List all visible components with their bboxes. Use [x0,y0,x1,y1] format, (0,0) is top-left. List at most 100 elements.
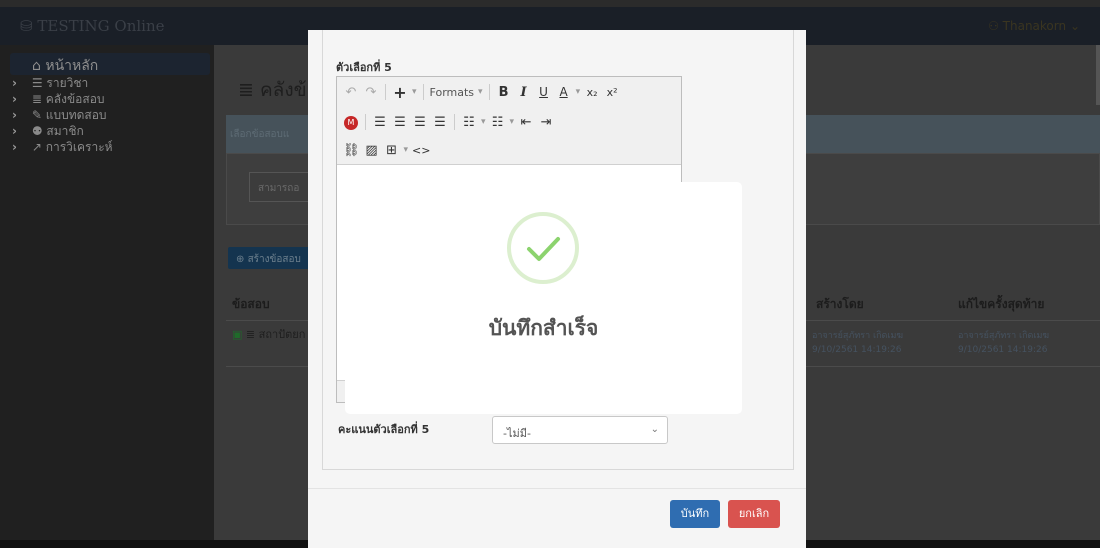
updated-at: 9/10/2561 14:19:26 [958,345,1048,355]
edit-icon: ✎ [31,108,42,122]
column-header-created-by[interactable]: สร้างโดย [816,295,864,314]
italic-icon[interactable]: I [516,85,532,100]
choice-label: ตัวเลือกที่ 5 [336,61,392,74]
column-header-updated[interactable]: แก้ไขครั้งสุดท้าย [958,295,1044,314]
superscript-icon[interactable]: x² [604,86,620,99]
chevron-right-icon: › [12,76,17,90]
editor-toolbar: ↶ ↷ + ▾ Formats ▾ B I U A ▾ x₂ x² M ☰ ☰ … [337,77,681,165]
sidebar-item-label: สมาชิก [46,124,84,138]
align-center-icon[interactable]: ☰ [392,115,408,130]
sidebar-item-courses[interactable]: › ☰ รายวิชา [10,75,210,91]
sidebar-item-members[interactable]: › ⚉ สมาชิก [10,123,210,139]
users-icon: ⚉ [31,124,43,138]
success-message: บันทึกสำเร็จ [488,316,599,340]
sidebar-item-analysis[interactable]: › ↗ การวิเคราะห์ [10,139,210,155]
database-icon: ≣ [31,92,42,106]
toolbar-separator [365,114,366,130]
cancel-button[interactable]: ยกเลิก [728,500,780,528]
updated-by-name: อาจารย์สุภัทรา เกิดเมฆ [958,331,1050,341]
database-icon: ≣ [245,328,256,341]
chevron-down-icon: ⌄ [1069,19,1080,33]
score-selected-value: -ไม่มี- [503,427,531,440]
user-name: Thanakorn [1002,19,1067,33]
toolbar-separator [488,84,490,100]
toolbar-row-2: M ☰ ☰ ☰ ☰ ☷ ▾ ☷ ▾ ⇤ ⇥ [343,111,554,133]
user-icon: ⚇ [988,19,999,33]
bullet-list-icon[interactable]: ☷ [461,115,477,130]
sidebar: ⌂ หน้าหลัก › ☰ รายวิชา › ≣ คลังข้อสอบ › … [0,45,214,540]
align-left-icon[interactable]: ☰ [372,115,388,130]
user-menu[interactable]: ⚇ Thanakorn ⌄ [988,19,1080,33]
code-icon[interactable]: <> [412,144,430,157]
score-label: คะแนนตัวเลือกที่ 5 [338,423,430,436]
sidebar-item-question-bank[interactable]: › ≣ คลังข้อสอบ [10,91,210,107]
success-dialog: บันทึกสำเร็จ [345,182,742,414]
caret-down-icon: ▾ [403,145,409,155]
filter-label: เลือกข้อสอบแ [230,129,290,140]
page-title: ≣ คลังข้ [238,75,307,105]
created-at: 9/10/2561 14:19:26 [812,345,902,355]
sidebar-menu: ⌂ หน้าหลัก › ☰ รายวิชา › ≣ คลังข้อสอบ › … [10,53,210,155]
math-icon[interactable]: M [343,114,359,130]
question-title-cell[interactable]: ▣ ≣ สถาปัตยก [232,328,305,342]
link-icon[interactable]: ⛓ [343,143,360,158]
updated-cell: อาจารย์สุภัทรา เกิดเมฆ 9/10/2561 14:19:2… [958,329,1049,357]
caret-down-icon: ▾ [509,117,515,127]
excel-icon: ▣ [232,328,243,341]
sidebar-home-label: หน้าหลัก [45,58,99,74]
sidebar-item-tests[interactable]: › ✎ แบบทดสอบ [10,107,210,123]
caret-down-icon: ▾ [481,117,486,127]
chevron-right-icon: › [12,108,17,122]
align-justify-icon[interactable]: ☰ [432,115,448,130]
image-icon[interactable]: ▨ [364,143,380,158]
database-icon: ⛁ [20,17,33,35]
numbered-list-icon[interactable]: ☷ [490,115,506,130]
text-color-icon[interactable]: A [556,85,572,99]
plus-circle-icon: ⊕ [236,254,245,265]
chart-icon: ↗ [31,140,42,154]
brand-name: TESTING Online [37,17,165,35]
modal-footer-divider [308,488,806,489]
toolbar-row-3: ⛓ ▨ ⊞ ▾ <> [343,139,430,161]
chevron-right-icon: › [12,92,17,106]
brand-logo[interactable]: ⛁ TESTING Online [20,17,165,35]
chevron-right-icon: › [12,124,17,138]
chevron-right-icon: › [12,140,17,154]
sidebar-item-label: รายวิชา [46,76,89,90]
created-by-cell: อาจารย์สุภัทรา เกิดเมฆ 9/10/2561 14:19:2… [812,329,903,357]
undo-icon[interactable]: ↶ [343,85,359,100]
align-right-icon[interactable]: ☰ [412,115,428,130]
outdent-icon[interactable]: ⇤ [518,115,534,130]
indent-icon[interactable]: ⇥ [538,115,554,130]
score-select[interactable]: -ไม่มี- ⌄ [492,416,668,444]
save-button[interactable]: บันทึก [670,500,720,528]
subscript-icon[interactable]: x₂ [584,86,600,99]
page-scrollbar[interactable] [1096,45,1100,105]
home-icon: ⌂ [32,58,41,74]
formats-dropdown[interactable]: Formats [430,86,475,99]
chevron-down-icon: ⌄ [650,424,659,435]
sidebar-item-label: แบบทดสอบ [45,108,107,122]
toolbar-separator [454,114,455,130]
redo-icon[interactable]: ↷ [363,85,379,100]
table-icon[interactable]: ⊞ [384,143,400,158]
insert-plus-icon[interactable]: + [392,83,408,102]
sidebar-item-label: การวิเคราะห์ [45,140,113,154]
underline-icon[interactable]: U [536,85,552,99]
toolbar-separator [385,84,386,100]
list-icon: ☰ [31,76,43,90]
create-question-label: สร้างข้อสอบ [247,254,301,265]
caret-down-icon: ▾ [478,87,483,97]
question-title: สถาปัตยก [258,328,306,341]
database-icon: ≣ [238,79,254,101]
column-header-question[interactable]: ข้อสอบ [232,295,270,314]
created-by-name: อาจารย์สุภัทรา เกิดเมฆ [812,331,904,341]
bold-icon[interactable]: B [496,85,512,100]
sidebar-item-label: คลังข้อสอบ [45,92,105,106]
caret-down-icon: ▾ [575,87,581,97]
success-check-icon [507,212,579,284]
sidebar-item-home[interactable]: ⌂ หน้าหลัก [10,53,210,75]
toolbar-separator [422,84,424,100]
toolbar-row-1: ↶ ↷ + ▾ Formats ▾ B I U A ▾ x₂ x² [343,81,620,103]
caret-down-icon: ▾ [412,87,417,97]
